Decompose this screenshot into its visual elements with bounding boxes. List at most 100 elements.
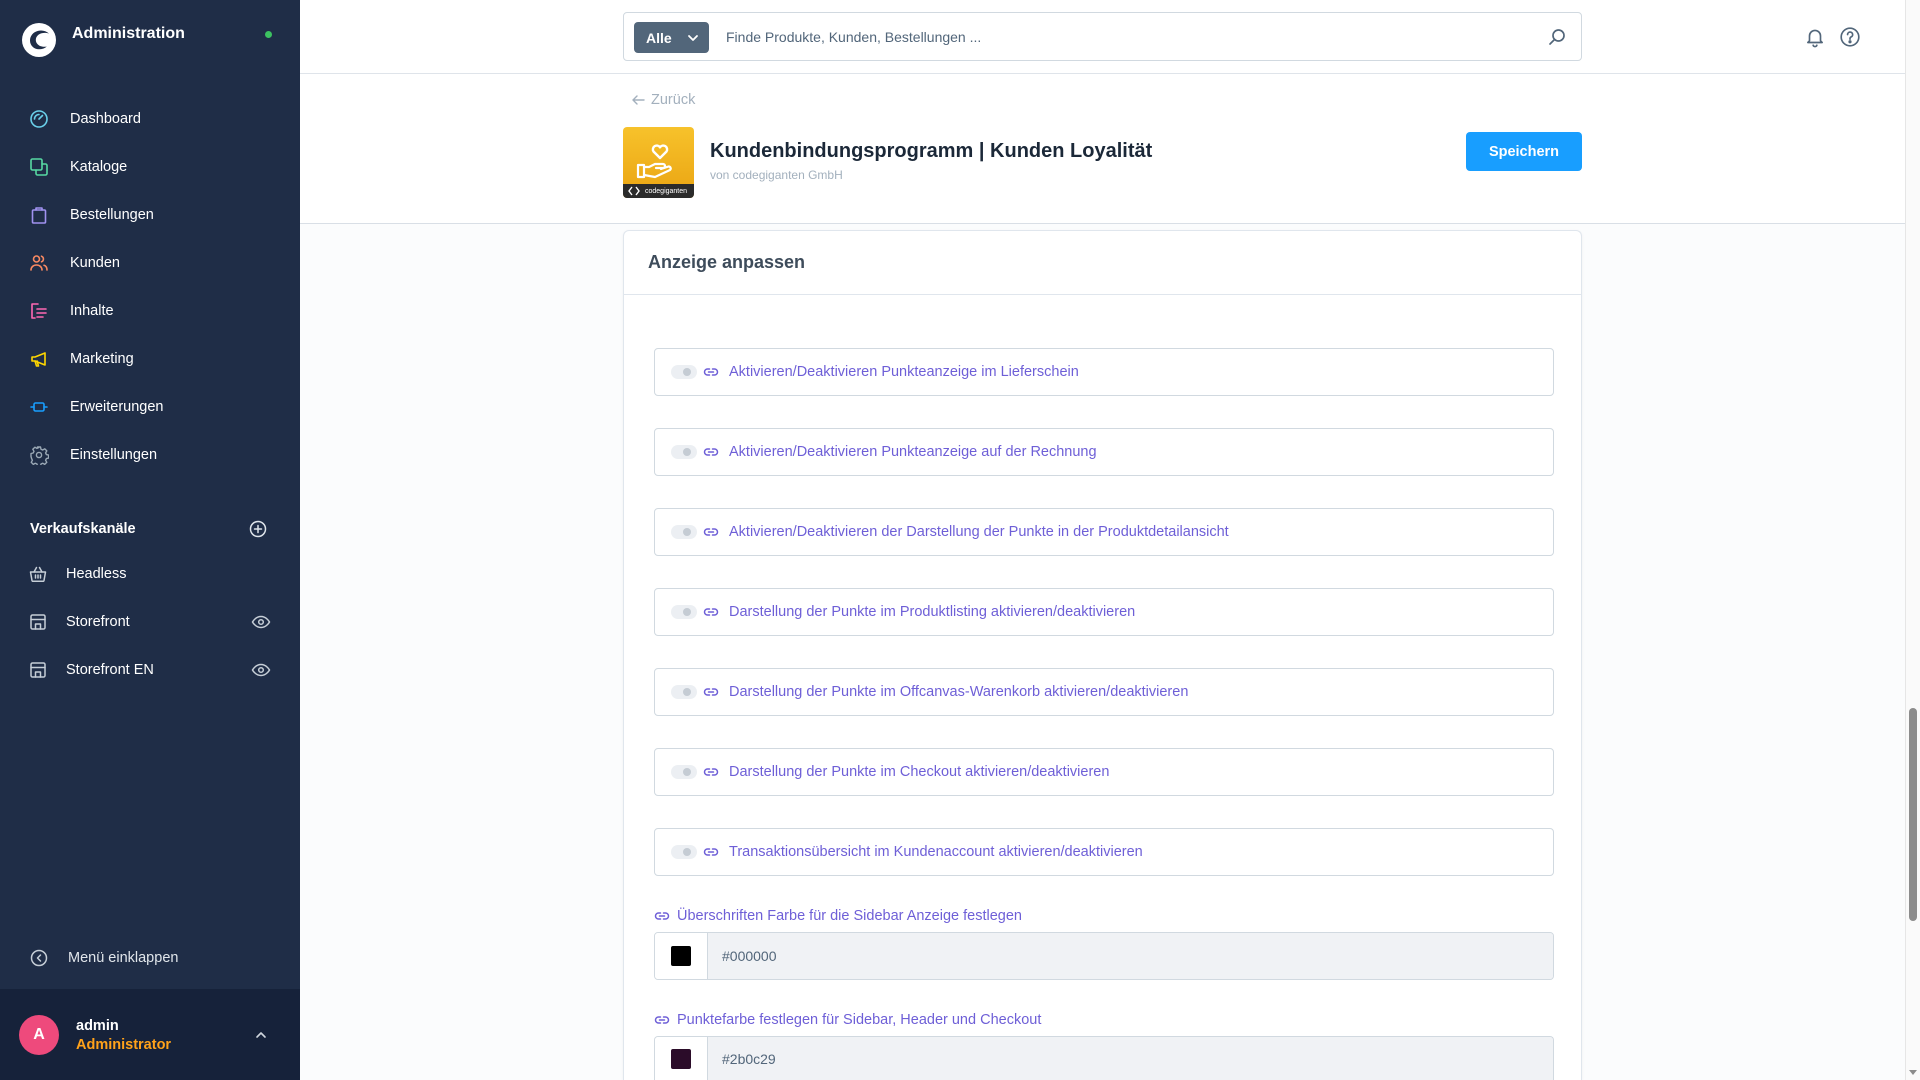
chevron-down-icon (686, 31, 700, 45)
save-button[interactable]: Speichern (1466, 132, 1582, 171)
app-title: Administration (72, 25, 185, 42)
storefront-icon (28, 612, 48, 632)
search-filter-dropdown[interactable]: Alle (634, 22, 709, 53)
scrollbar-thumb[interactable] (1909, 708, 1917, 921)
nav-label: Kataloge (70, 159, 128, 175)
color-swatch (671, 946, 691, 966)
orders-icon (29, 205, 49, 225)
page-title: Kundenbindungsprogramm | Kunden Loyalitä… (710, 140, 1153, 162)
toggle-label: Aktivieren/Deaktivieren Punkteanzeige im… (729, 364, 1079, 380)
main-navigation: Dashboard Kataloge Bestellungen Kunden I… (0, 95, 300, 479)
nav-label: Bestellungen (70, 207, 154, 223)
storefront-icon (28, 660, 48, 680)
collapse-menu-button[interactable]: Menü einklappen (0, 946, 178, 970)
toggle-switch[interactable] (671, 365, 697, 379)
search-filter-label: Alle (646, 29, 672, 46)
nav-label: Einstellungen (70, 447, 158, 463)
sales-channel-headless[interactable]: Headless (0, 550, 300, 598)
eye-icon[interactable] (251, 612, 271, 632)
toggle-switch[interactable] (671, 525, 697, 539)
catalog-icon (29, 157, 49, 177)
nav-item-settings[interactable]: Einstellungen (0, 431, 300, 479)
switch-knob (683, 368, 691, 376)
toggle-label: Transaktionsübersicht im Kundenaccount a… (729, 844, 1143, 860)
sales-channels-heading: Verkaufskanäle (30, 521, 136, 537)
color-value-input[interactable] (708, 1037, 1553, 1080)
switch-knob (683, 528, 691, 536)
shopware-logo-icon[interactable] (21, 22, 57, 58)
toggle-switch[interactable] (671, 685, 697, 699)
nav-item-catalogues[interactable]: Kataloge (0, 143, 300, 191)
nav-item-content[interactable]: Inhalte (0, 287, 300, 335)
plus-circle-icon[interactable] (248, 519, 268, 539)
sales-channel-storefront[interactable]: Storefront (0, 598, 300, 646)
nav-item-customers[interactable]: Kunden (0, 239, 300, 287)
toggle-label: Aktivieren/Deaktivieren Punkteanzeige au… (729, 444, 1097, 460)
plugin-logo: codegiganten (623, 127, 694, 198)
toggle-label: Darstellung der Punkte im Checkout aktiv… (729, 764, 1110, 780)
color-picker-trigger[interactable] (655, 1037, 708, 1080)
link-icon[interactable] (703, 524, 719, 540)
switch-knob (683, 448, 691, 456)
back-label: Zurück (651, 92, 696, 108)
toggle-switch[interactable] (671, 845, 697, 859)
sales-channel-list: Headless Storefront Storefront EN (0, 550, 300, 694)
sales-channel-label: Storefront (66, 614, 130, 630)
help-icon[interactable] (1839, 26, 1861, 48)
toggle-label: Darstellung der Punkte im Produktlisting… (729, 604, 1136, 620)
bell-icon[interactable] (1804, 26, 1826, 48)
user-menu[interactable]: A admin Administrator (0, 989, 300, 1080)
collapse-left-icon (29, 948, 49, 968)
color-swatch (671, 1049, 691, 1069)
switch-knob (683, 608, 691, 616)
color-field-label: Überschriften Farbe für die Sidebar Anze… (677, 908, 1022, 924)
toggle-label: Darstellung der Punkte im Offcanvas-Ware… (729, 684, 1189, 700)
toggle-row-checkout: Darstellung der Punkte im Checkout aktiv… (654, 748, 1554, 796)
color-value-input[interactable] (708, 933, 1553, 979)
plugin-vendor: von codegiganten GmbH (710, 168, 843, 182)
switch-knob (683, 688, 691, 696)
status-indicator (265, 31, 272, 38)
basket-icon (28, 564, 48, 584)
nav-label: Marketing (70, 351, 134, 367)
avatar: A (19, 1015, 59, 1055)
nav-item-orders[interactable]: Bestellungen (0, 191, 300, 239)
sales-channel-label: Storefront EN (66, 662, 154, 678)
color-field-label-row: Überschriften Farbe für die Sidebar Anze… (654, 906, 1022, 926)
toggle-row-delivery-note: Aktivieren/Deaktivieren Punkteanzeige im… (654, 348, 1554, 396)
collapse-label: Menü einklappen (68, 950, 179, 966)
toggle-switch[interactable] (671, 605, 697, 619)
nav-item-dashboard[interactable]: Dashboard (0, 95, 300, 143)
link-icon[interactable] (654, 908, 670, 924)
user-name: admin (76, 1018, 119, 1034)
nav-item-extensions[interactable]: Erweiterungen (0, 383, 300, 431)
link-icon[interactable] (703, 684, 719, 700)
toggle-switch[interactable] (671, 765, 697, 779)
switch-knob (683, 848, 691, 856)
global-search: Alle (623, 12, 1582, 61)
toggle-label: Aktivieren/Deaktivieren der Darstellung … (729, 524, 1229, 540)
page-scrollbar[interactable] (1905, 0, 1920, 1080)
chevron-up-icon[interactable] (251, 1025, 271, 1045)
toggle-switch[interactable] (671, 445, 697, 459)
settings-card: Anzeige anpassen Aktivieren/Deaktivieren… (623, 230, 1582, 1080)
color-picker-trigger[interactable] (655, 933, 708, 979)
card-title: Anzeige anpassen (648, 252, 806, 272)
toggle-row-offcanvas-cart: Darstellung der Punkte im Offcanvas-Ware… (654, 668, 1554, 716)
link-icon[interactable] (703, 444, 719, 460)
marketing-icon (29, 349, 49, 369)
nav-item-marketing[interactable]: Marketing (0, 335, 300, 383)
link-icon[interactable] (703, 604, 719, 620)
link-icon[interactable] (654, 1012, 670, 1028)
sales-channel-storefront-en[interactable]: Storefront EN (0, 646, 300, 694)
scroll-down-arrow-icon[interactable] (1909, 1070, 1917, 1075)
search-icon[interactable] (1547, 27, 1567, 47)
extensions-icon (29, 397, 49, 417)
link-icon[interactable] (703, 844, 719, 860)
search-input[interactable] (714, 13, 1534, 60)
link-icon[interactable] (703, 764, 719, 780)
back-link[interactable]: Zurück (631, 90, 695, 110)
link-icon[interactable] (703, 364, 719, 380)
eye-icon[interactable] (251, 660, 271, 680)
sidebar: Administration Dashboard Kataloge Bestel… (0, 0, 300, 1080)
